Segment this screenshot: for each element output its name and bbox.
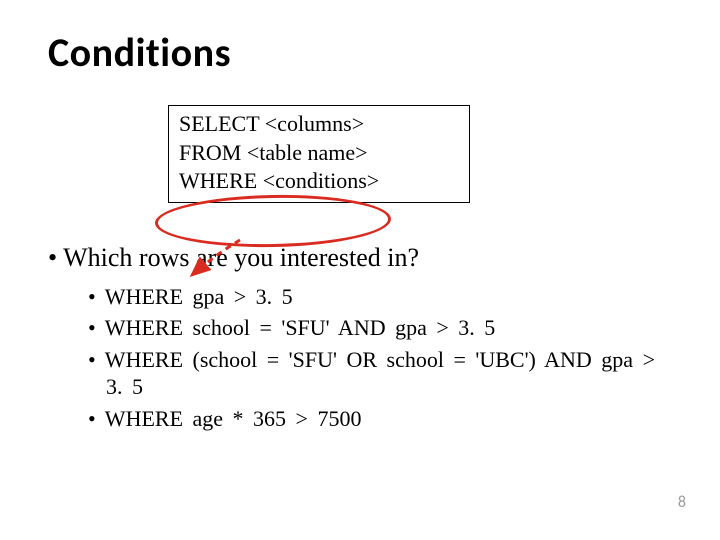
example-1: • WHERE gpa > 3. 5: [88, 283, 672, 311]
slide-title: Conditions: [48, 28, 672, 77]
example-4: • WHERE age * 365 > 7500: [88, 405, 672, 433]
sql-line-where: WHERE <conditions>: [179, 167, 459, 196]
example-3: • WHERE (school = 'SFU' OR school = 'UBC…: [88, 346, 672, 401]
example-2: • WHERE school = 'SFU' AND gpa > 3. 5: [88, 314, 672, 342]
sql-syntax-box: SELECT <columns> FROM <table name> WHERE…: [168, 105, 470, 203]
slide: Conditions SELECT <columns> FROM <table …: [0, 0, 720, 540]
sql-line-from: FROM <table name>: [179, 139, 459, 168]
question-line: • Which rows are you interested in?: [48, 243, 672, 273]
body-content: • Which rows are you interested in? • WH…: [48, 243, 672, 433]
page-number: 8: [678, 493, 686, 512]
sql-line-select: SELECT <columns>: [179, 110, 459, 139]
